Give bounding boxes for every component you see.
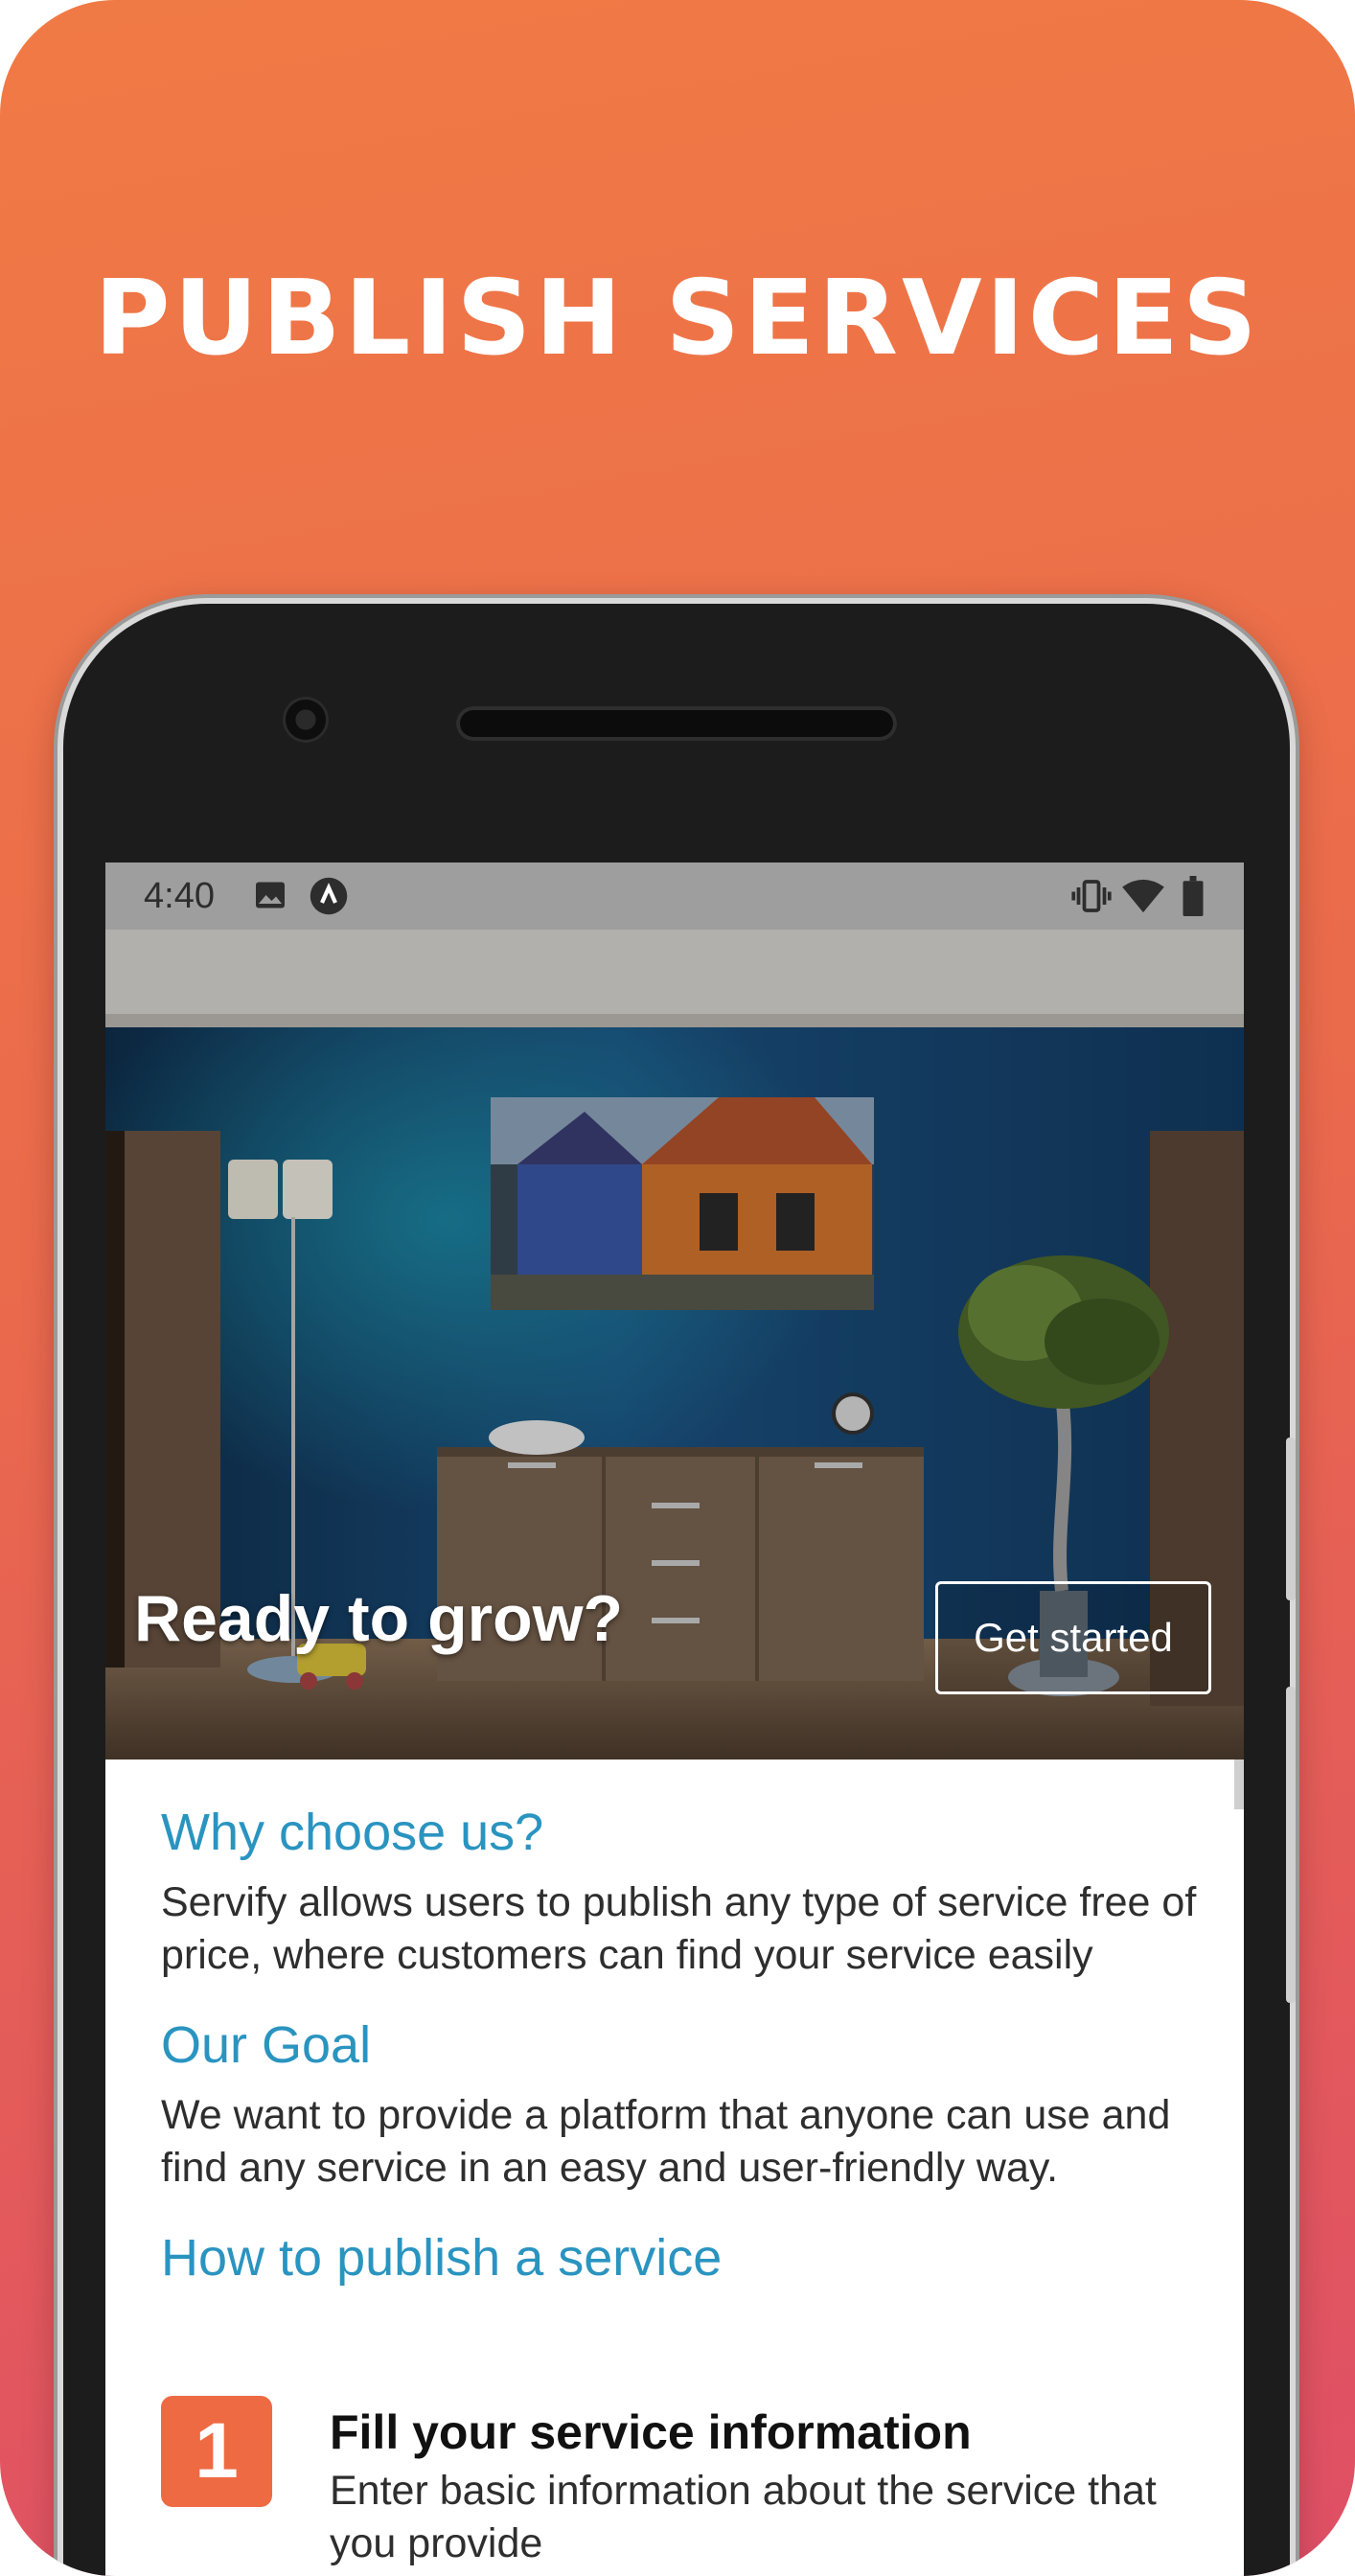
front-camera	[286, 700, 326, 740]
status-time: 4:40	[144, 876, 215, 916]
earpiece-speaker	[456, 706, 897, 741]
image-icon	[256, 882, 285, 908]
phone-power-button	[1286, 1687, 1296, 2003]
get-started-button[interactable]: Get started	[935, 1581, 1211, 1694]
phone-screen: 4:40 Ready to grow? Get started Why choo…	[105, 862, 1244, 2576]
scrollbar[interactable]	[1234, 1760, 1244, 1809]
step-description: Enter basic information about the servic…	[330, 2468, 1157, 2566]
battery-icon	[1183, 876, 1204, 916]
status-bar: 4:40	[105, 862, 1244, 930]
promo-headline: PUBLISH SERVICES	[94, 259, 1261, 379]
wifi-icon	[1122, 879, 1164, 913]
vibrate-icon	[1071, 880, 1112, 912]
section-text-why: Servify allows users to publish any type…	[161, 1879, 1197, 1978]
section-title-goal: Our Goal	[161, 2016, 372, 2074]
app-notification-icon	[310, 877, 348, 915]
info-content: Why choose us? Servify allows users to p…	[161, 1802, 1206, 2566]
hero-banner: Ready to grow? Get started	[105, 930, 1244, 1760]
section-title-why: Why choose us?	[161, 1804, 544, 1861]
step-number-badge: 1	[161, 2396, 272, 2507]
section-text-goal: We want to provide a platform that anyon…	[161, 2092, 1171, 2191]
section-title-how: How to publish a service	[161, 2229, 723, 2287]
promo-card: PUBLISH SERVICES 4:40 Ready to grow? Get…	[0, 0, 1355, 2576]
hero-title: Ready to grow?	[134, 1582, 624, 1655]
step-title: Fill your service information	[330, 2405, 972, 2459]
phone-volume-button	[1286, 1438, 1296, 1600]
